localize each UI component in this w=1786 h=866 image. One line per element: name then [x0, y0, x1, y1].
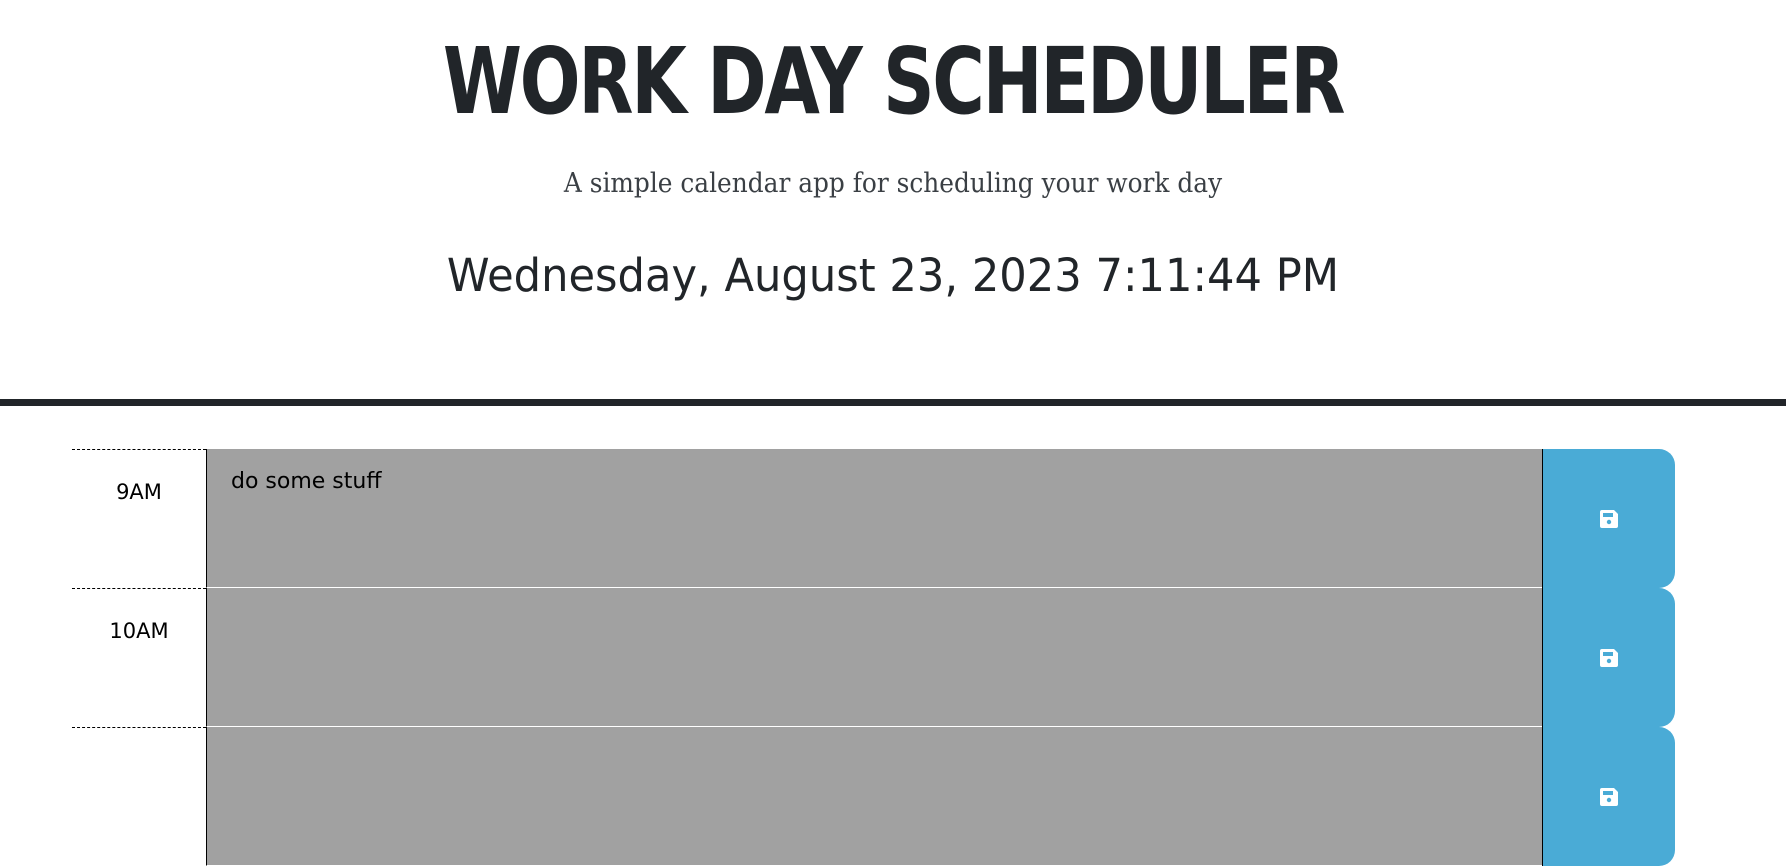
event-description-input[interactable] [206, 727, 1542, 866]
hour-label [72, 727, 206, 866]
event-description-input[interactable] [206, 588, 1542, 727]
event-description-input[interactable]: do some stuff [206, 449, 1542, 588]
save-button[interactable] [1542, 588, 1675, 727]
time-block-row: 9AM do some stuff [72, 449, 1675, 588]
save-icon [1598, 508, 1620, 530]
hour-label: 10AM [72, 588, 206, 727]
current-date-time: Wednesday, August 23, 2023 7:11:44 PM [446, 249, 1340, 302]
time-block-row [72, 727, 1675, 866]
page-title: WORK DAY SCHEDULER [442, 28, 1346, 135]
save-icon [1598, 647, 1620, 669]
save-button[interactable] [1542, 449, 1675, 588]
hour-label: 9AM [72, 449, 206, 588]
header: WORK DAY SCHEDULER A simple calendar app… [0, 0, 1786, 406]
save-button[interactable] [1542, 727, 1675, 866]
time-block-row: 10AM [72, 588, 1675, 727]
save-icon [1598, 786, 1620, 808]
page-subtitle: A simple calendar app for scheduling you… [563, 168, 1223, 199]
schedule-container: 9AM do some stuff 10AM [72, 449, 1675, 866]
